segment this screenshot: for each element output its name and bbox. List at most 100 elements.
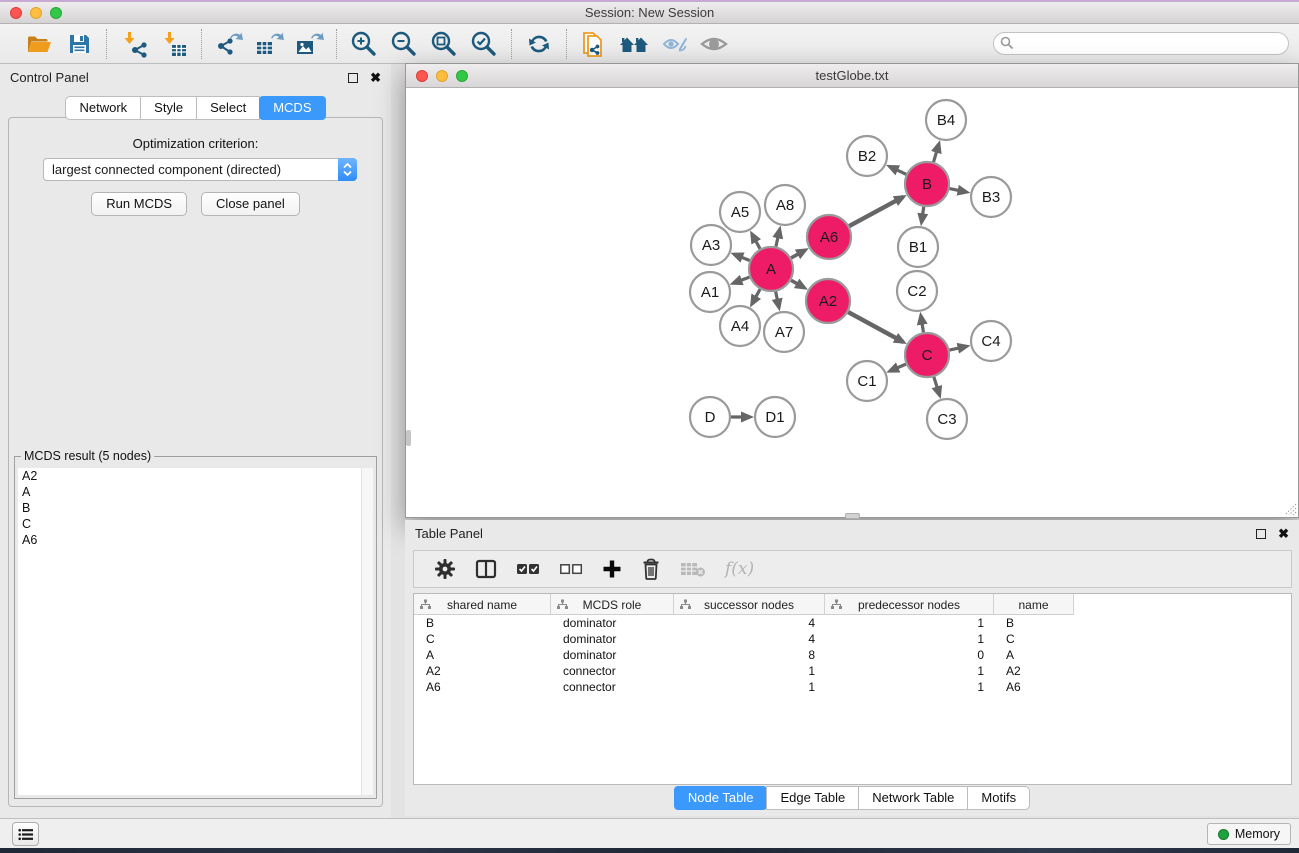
graph-edge-A-A5[interactable] [752, 234, 760, 249]
graph-edge-A-A6[interactable] [791, 250, 805, 258]
graph-edge-B-B4[interactable] [934, 144, 939, 162]
gear-icon[interactable] [434, 558, 456, 580]
float-panel-icon[interactable] [348, 73, 358, 83]
add-column-icon[interactable] [602, 559, 622, 579]
homes-icon[interactable] [617, 28, 651, 60]
result-list-item[interactable]: B [18, 500, 373, 516]
zoom-in-icon[interactable] [347, 28, 381, 60]
resize-grip-icon[interactable] [1284, 503, 1297, 516]
result-list-item[interactable]: A6 [18, 532, 373, 548]
vertical-scrollbar-thumb[interactable] [406, 430, 411, 446]
mcds-result-list[interactable]: A2ABCA6 [18, 468, 373, 795]
graph-node-label: A2 [819, 293, 837, 310]
table-row[interactable]: Bdominator41B [414, 615, 1291, 631]
close-table-panel-icon[interactable]: ✖ [1278, 529, 1289, 539]
zoom-selected-icon[interactable] [467, 28, 501, 60]
graph-node-label: A7 [775, 324, 793, 341]
graph-edge-A-A3[interactable] [734, 254, 749, 260]
float-table-panel-icon[interactable] [1256, 529, 1266, 539]
graph-edge-A2-C[interactable] [848, 312, 903, 342]
open-session-icon[interactable] [22, 28, 56, 60]
export-network-icon[interactable] [212, 28, 246, 60]
hide-annotations-icon[interactable] [657, 28, 691, 60]
import-table-icon[interactable] [157, 28, 191, 60]
graph-edge-A-A4[interactable] [752, 289, 760, 304]
graph-edge-B-B2[interactable] [890, 167, 907, 175]
graph-node-label: B4 [937, 112, 955, 129]
column-header-name[interactable]: name [994, 594, 1074, 615]
graph-edge-B-B1[interactable] [922, 207, 924, 222]
table-toolbar: f(x) [413, 550, 1292, 588]
network-file-icon[interactable] [577, 28, 611, 60]
zoom-fit-icon[interactable] [427, 28, 461, 60]
table-row[interactable]: Cdominator41C [414, 631, 1291, 647]
table-cell: 4 [674, 616, 825, 630]
save-session-icon[interactable] [62, 28, 96, 60]
table-cell: C [414, 632, 551, 646]
tab-select[interactable]: Select [196, 96, 260, 120]
table-row[interactable]: A2connector11A2 [414, 663, 1291, 679]
table-cell: 1 [825, 664, 994, 678]
close-panel-icon[interactable]: ✖ [370, 73, 381, 83]
table-row[interactable]: Adominator80A [414, 647, 1291, 663]
columns-icon[interactable] [475, 559, 497, 579]
delete-table-icon[interactable] [680, 560, 706, 578]
eye-icon[interactable] [697, 28, 731, 60]
criterion-dropdown[interactable]: largest connected component (directed) [43, 158, 357, 181]
tab-network[interactable]: Network [65, 96, 141, 120]
table-cell: 1 [825, 616, 994, 630]
result-list-item[interactable]: C [18, 516, 373, 532]
app-titlebar: Session: New Session [0, 2, 1299, 24]
close-panel-button[interactable]: Close panel [201, 192, 300, 216]
select-all-icon[interactable] [516, 562, 540, 576]
export-table-icon[interactable] [252, 28, 286, 60]
horizontal-scrollbar-thumb[interactable] [845, 513, 860, 519]
graph-edge-A-A8[interactable] [776, 229, 780, 246]
delete-column-icon[interactable] [641, 558, 661, 580]
scrollbar-track[interactable] [361, 468, 373, 795]
graph-node-label: B2 [858, 148, 876, 165]
column-header-MCDS-role[interactable]: MCDS role [551, 594, 674, 615]
graph-edge-A-A7[interactable] [776, 292, 779, 308]
graph-edge-C-C2[interactable] [921, 316, 924, 333]
column-header-successor-nodes[interactable]: successor nodes [674, 594, 825, 615]
tab-node-table[interactable]: Node Table [674, 786, 768, 810]
column-header-shared-name[interactable]: shared name [414, 594, 551, 615]
tab-network-table[interactable]: Network Table [858, 786, 968, 810]
list-icon [18, 828, 33, 841]
table-row[interactable]: A6connector11A6 [414, 679, 1291, 695]
run-mcds-button[interactable]: Run MCDS [91, 192, 187, 216]
graph-edge-C-C1[interactable] [890, 364, 906, 371]
fx-icon[interactable]: f(x) [725, 559, 754, 579]
result-list-item[interactable]: A [18, 484, 373, 500]
graph-edge-A-A2[interactable] [791, 280, 804, 288]
table-cell: A6 [414, 680, 551, 694]
result-list-item[interactable]: A2 [18, 468, 373, 484]
zoom-out-icon[interactable] [387, 28, 421, 60]
graph-edge-C-C4[interactable] [949, 346, 966, 350]
graph-node-label: A3 [702, 237, 720, 254]
task-history-button[interactable] [12, 822, 39, 846]
table-cell: dominator [551, 616, 674, 630]
graph-edge-B-B3[interactable] [950, 189, 967, 192]
tab-mcds[interactable]: MCDS [259, 96, 325, 120]
optimization-label: Optimization criterion: [9, 136, 382, 151]
tab-edge-table[interactable]: Edge Table [766, 786, 859, 810]
refresh-icon[interactable] [522, 28, 556, 60]
table-cell: 4 [674, 632, 825, 646]
import-network-icon[interactable] [117, 28, 151, 60]
network-canvas[interactable]: B4B2BB3A5A8A6A3B1AA1C2A2A4A7C4CC1C3DD1 [406, 88, 1298, 517]
dropdown-stepper-icon[interactable] [338, 158, 357, 181]
export-image-icon[interactable] [292, 28, 326, 60]
graph-edge-A6-B[interactable] [849, 197, 903, 226]
memory-button[interactable]: Memory [1207, 823, 1291, 845]
main-toolbar [0, 24, 1299, 64]
column-header-predecessor-nodes[interactable]: predecessor nodes [825, 594, 994, 615]
graph-edge-A-A1[interactable] [733, 277, 749, 283]
network-graph[interactable]: B4B2BB3A5A8A6A3B1AA1C2A2A4A7C4CC1C3DD1 [406, 88, 1298, 517]
search-input[interactable] [993, 32, 1289, 55]
deselect-all-icon[interactable] [559, 562, 583, 576]
tab-style[interactable]: Style [140, 96, 197, 120]
graph-edge-C-C3[interactable] [934, 377, 940, 395]
tab-motifs[interactable]: Motifs [967, 786, 1030, 810]
